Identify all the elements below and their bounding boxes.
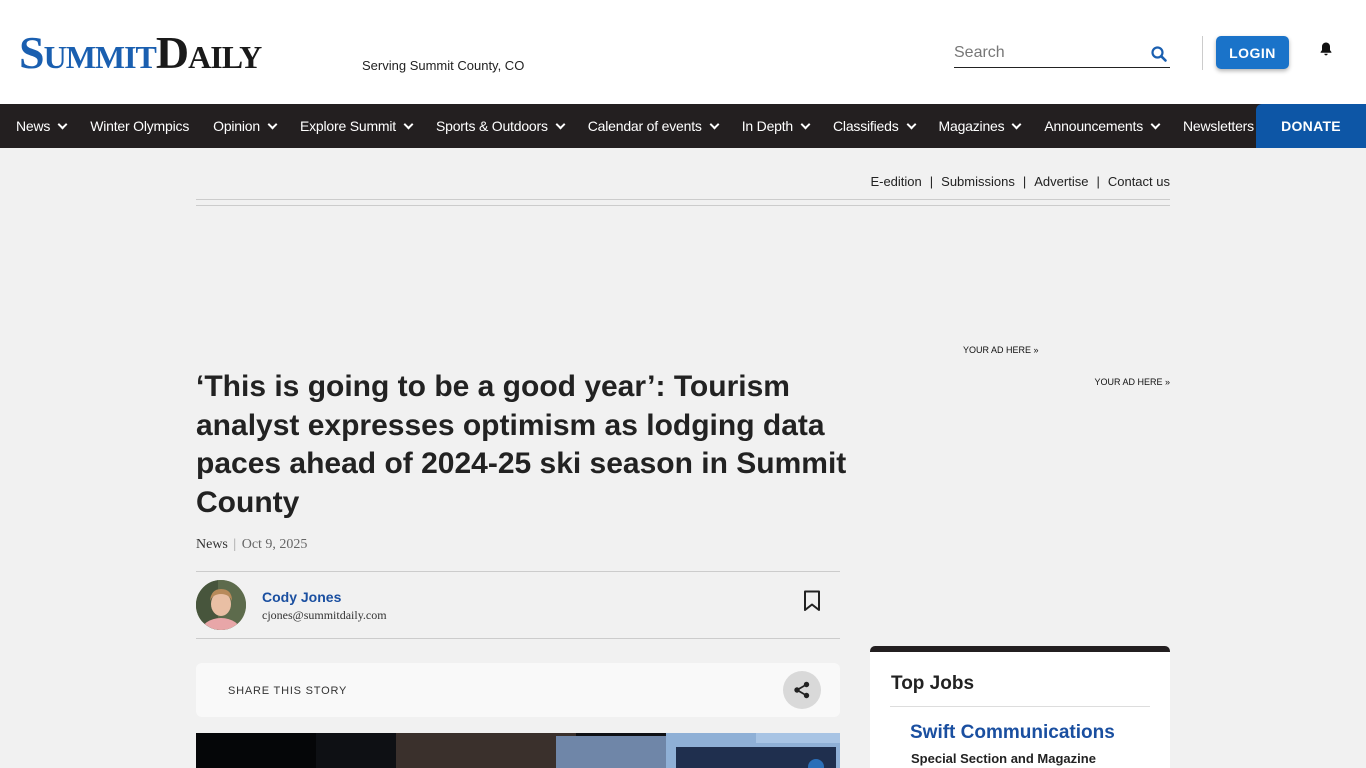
nav-item-newsletters[interactable]: Newsletters	[1183, 118, 1254, 134]
site-header: SummitDaily Serving Summit County, CO LO…	[0, 0, 1366, 104]
main-nav: News Winter Olympics Opinion Explore Summit…	[0, 104, 1366, 148]
nav-item-magazines[interactable]: Magazines	[938, 118, 1022, 134]
ad-link[interactable]: YOUR AD HERE »	[963, 345, 1039, 355]
divider-line	[196, 638, 840, 639]
e-edition-link[interactable]: E-edition	[870, 174, 921, 189]
nav-items: News Winter Olympics Opinion Explore Summit…	[16, 104, 1278, 148]
avatar-image	[196, 580, 246, 630]
divider-line	[196, 199, 1170, 200]
separator: |	[1022, 174, 1027, 189]
nav-item-news[interactable]: News	[16, 118, 68, 134]
nav-item-label: News	[16, 118, 51, 134]
divider-line	[890, 706, 1150, 707]
nav-item-label: Newsletters	[1183, 118, 1254, 134]
logo-daily: Daily	[155, 27, 262, 78]
bookmark-icon[interactable]	[803, 590, 821, 612]
share-bar: SHARE THIS STORY	[196, 663, 840, 717]
donate-button[interactable]: DONATE	[1256, 104, 1366, 148]
utility-links: E-edition | Submissions | Advertise | Co…	[870, 174, 1170, 189]
logo-summit: Summit	[19, 27, 157, 78]
article-date: Oct 9, 2025	[241, 537, 308, 552]
nav-item-explore-summit[interactable]: Explore Summit	[299, 118, 414, 134]
author-name[interactable]: Cody Jones	[262, 589, 341, 605]
search-input[interactable]	[954, 40, 1144, 66]
ad-link[interactable]: YOUR AD HERE »	[1094, 377, 1170, 387]
separator: |	[929, 174, 934, 189]
search-box	[954, 40, 1170, 68]
contact-us-link[interactable]: Contact us	[1108, 174, 1170, 189]
site-logo[interactable]: SummitDaily	[19, 27, 262, 78]
top-jobs-title: Top Jobs	[891, 673, 975, 694]
nav-item-winter-olympics[interactable]: Winter Olympics	[90, 118, 189, 134]
job-company-link[interactable]: Swift Communications	[910, 722, 1115, 744]
separator: |	[1096, 174, 1100, 189]
advertise-link[interactable]: Advertise	[1034, 174, 1088, 189]
bell-icon[interactable]	[1318, 41, 1334, 57]
nav-item-calendar-of-events[interactable]: Calendar of events	[587, 118, 720, 134]
nav-item-label: Announcements	[1044, 118, 1144, 134]
share-icon	[794, 681, 810, 699]
article-section[interactable]: News	[196, 537, 228, 552]
nav-item-label: In Depth	[741, 118, 794, 134]
chevron-down-icon	[403, 119, 414, 129]
divider-line	[196, 205, 1170, 206]
nav-item-announcements[interactable]: Announcements	[1044, 118, 1161, 134]
divider-line	[196, 571, 840, 572]
article-meta: News | Oct 9, 2025	[196, 537, 307, 553]
nav-item-label: Classifieds	[833, 118, 899, 134]
nav-item-label: Magazines	[938, 118, 1005, 134]
hero-image	[196, 733, 840, 768]
login-button[interactable]: LOGIN	[1216, 36, 1289, 69]
nav-item-label: Winter Olympics	[90, 118, 190, 134]
share-label: SHARE THIS STORY	[228, 685, 348, 697]
nav-item-sports-outdoors[interactable]: Sports & Outdoors	[436, 118, 566, 134]
share-button[interactable]	[783, 671, 821, 709]
chevron-down-icon	[800, 119, 811, 129]
top-jobs-widget: Top Jobs Swift Communications Special Se…	[870, 646, 1170, 768]
header-divider	[1202, 36, 1203, 70]
nav-item-in-depth[interactable]: In Depth	[741, 118, 811, 134]
chevron-down-icon	[57, 119, 68, 129]
search-icon[interactable]	[1150, 45, 1168, 63]
nav-item-label: Sports & Outdoors	[436, 118, 548, 134]
site-tagline: Serving Summit County, CO	[362, 58, 525, 73]
chevron-down-icon	[1150, 119, 1161, 129]
nav-item-label: Calendar of events	[587, 118, 702, 134]
chevron-down-icon	[906, 119, 916, 129]
submissions-link[interactable]: Submissions	[941, 174, 1015, 189]
chevron-down-icon	[709, 119, 720, 129]
job-role[interactable]: Special Section and Magazine	[911, 751, 1096, 766]
chevron-down-icon	[1011, 119, 1022, 129]
nav-item-label: Explore Summit	[299, 118, 396, 134]
author-avatar[interactable]	[196, 580, 246, 630]
nav-item-opinion[interactable]: Opinion	[213, 118, 278, 134]
nav-item-label: Opinion	[213, 118, 260, 134]
chevron-down-icon	[267, 119, 278, 129]
chevron-down-icon	[555, 119, 566, 129]
nav-item-classifieds[interactable]: Classifieds	[833, 118, 916, 134]
article-hero-image[interactable]	[196, 733, 840, 768]
article-headline: ‘This is going to be a good year’: Touri…	[196, 370, 847, 519]
separator: |	[233, 537, 237, 552]
author-email[interactable]: cjones@summitdaily.com	[262, 608, 387, 623]
